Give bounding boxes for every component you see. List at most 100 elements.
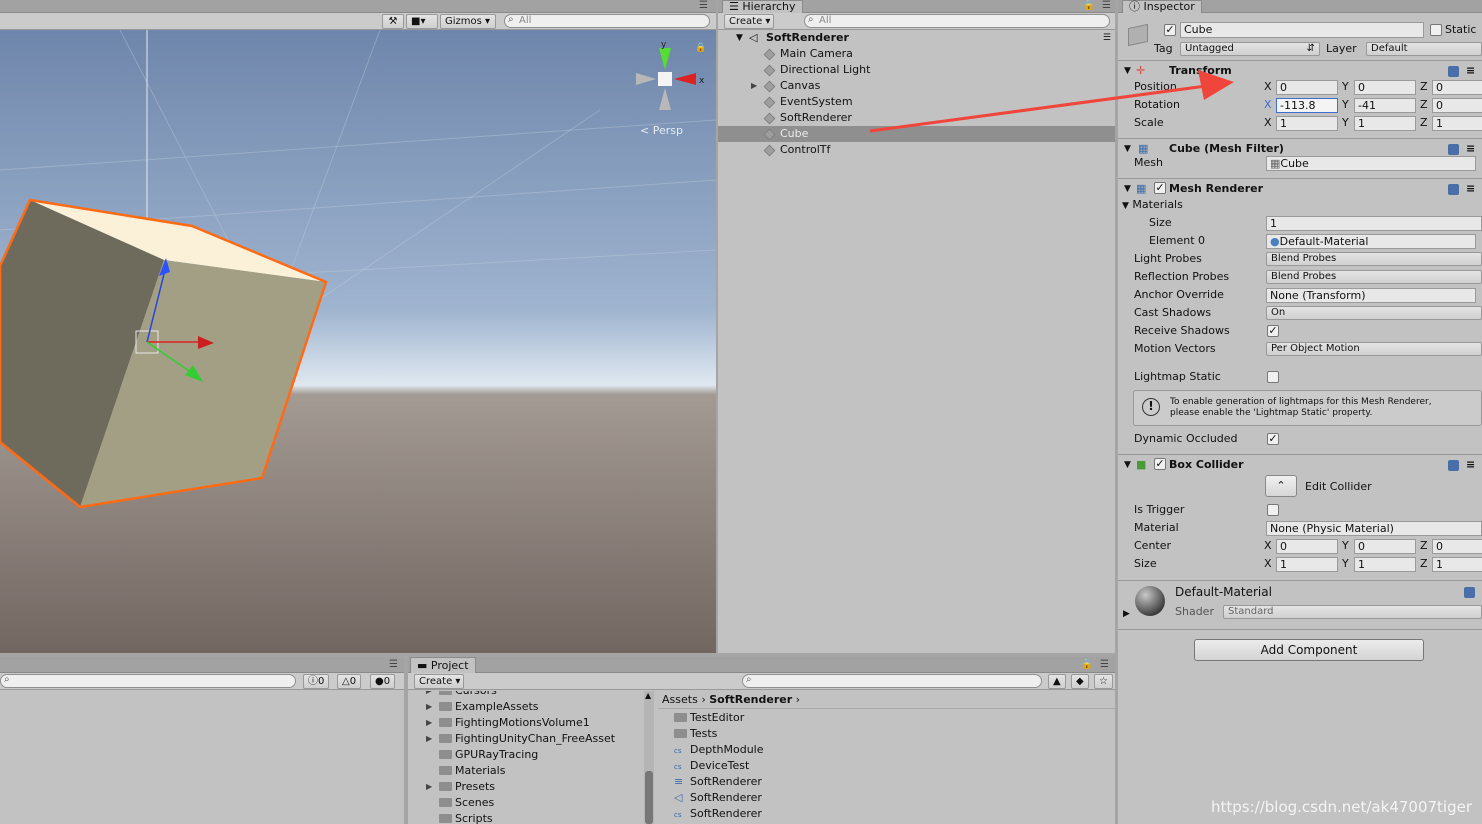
position-z-field[interactable]: 0 [1432,80,1482,95]
scene-menu-icon[interactable]: ☰ [699,0,708,11]
folder-tree-scrollbar[interactable]: ▲ [644,691,654,824]
position-x-field[interactable]: 0 [1276,80,1338,95]
foldout-arrow-icon[interactable]: ▼ [1124,139,1131,159]
help-icon[interactable] [1448,144,1459,155]
expand-arrow-icon[interactable]: ▶ [426,731,432,747]
hierarchy-lock-icon[interactable]: 🔒 [1083,0,1095,11]
folder-tree-item[interactable]: Scripts [408,811,493,824]
hierarchy-item[interactable]: Main Camera [718,46,1115,62]
rotation-z-field[interactable]: 0 [1432,98,1482,113]
center-z-field[interactable]: 0 [1432,539,1482,554]
size-z-field[interactable]: 1 [1432,557,1482,572]
foldout-arrow-icon[interactable]: ▶ [1123,609,1130,619]
folder-tree-item[interactable]: ▶ FightingMotionsVolume1 [408,715,590,731]
folder-tree-item[interactable]: Materials [408,763,505,779]
scroll-up-icon[interactable]: ▲ [645,691,651,700]
lightmap-static-checkbox[interactable] [1267,371,1279,383]
is-trigger-checkbox[interactable] [1267,504,1279,516]
expand-arrow-icon[interactable]: ▶ [426,691,432,699]
reflection-probes-dropdown[interactable]: Blend Probes [1266,270,1482,284]
favorites-star-icon[interactable]: ☆ [1094,674,1113,689]
file-list-item[interactable]: Tests [674,726,717,742]
folder-tree-item[interactable]: Scenes [408,795,494,811]
size-y-field[interactable]: 1 [1354,557,1416,572]
center-y-field[interactable]: 0 [1354,539,1416,554]
folder-tree-item[interactable]: ▶ FightingUnityChan_FreeAsset [408,731,615,747]
tab-hierarchy[interactable]: ☰ Hierarchy [722,0,803,13]
breadcrumb-root[interactable]: Assets [662,693,698,706]
shader-dropdown[interactable]: Standard [1223,605,1482,619]
project-create-button[interactable]: Create ▾ [414,674,464,689]
layer-dropdown[interactable]: Default [1366,42,1482,56]
object-name-field[interactable]: Cube [1180,22,1424,38]
expand-arrow-icon[interactable]: ▶ [751,78,757,94]
folder-tree-item[interactable]: ▶ Cursors [408,691,497,699]
hierarchy-menu-icon[interactable]: ☰ [1102,0,1111,11]
scrollbar-thumb[interactable] [645,771,653,824]
file-list-item[interactable]: ≡ SoftRenderer [674,774,762,790]
project-search-input[interactable] [742,674,1042,688]
settings-icon[interactable]: ≡ [1466,179,1475,199]
edit-collider-button[interactable]: ⌃ [1265,475,1297,497]
light-probes-dropdown[interactable]: Blend Probes [1266,252,1482,266]
cast-shadows-dropdown[interactable]: On [1266,306,1482,320]
settings-icon[interactable]: ≡ [1466,61,1475,81]
hierarchy-create-button[interactable]: Create ▾ [724,14,774,29]
scale-z-field[interactable]: 1 [1432,116,1482,131]
center-x-field[interactable]: 0 [1276,539,1338,554]
hierarchy-item[interactable]: ▶ Canvas [718,78,1115,94]
project-lock-icon[interactable]: 🔒 [1081,659,1093,670]
expand-arrow-icon[interactable]: ▶ [426,779,432,795]
hierarchy-item[interactable]: SoftRenderer [718,110,1115,126]
tools-icon[interactable]: ⚒ [382,14,404,29]
transform-header[interactable]: ▼ ✛ Transform ≡ [1118,60,1482,80]
box-collider-enabled-checkbox[interactable]: ✓ [1154,458,1166,470]
console-info-count[interactable]: ⓘ0 [303,674,330,689]
file-list-item[interactable]: cs DeviceTest [674,758,749,774]
hierarchy-item[interactable]: Directional Light [718,62,1115,78]
tab-inspector[interactable]: ⓘ Inspector [1122,0,1202,13]
scene-viewport[interactable]: y x 🔒 < Persp [0,30,716,653]
box-collider-header[interactable]: ▼ ■ ✓ Box Collider ≡ [1118,454,1482,474]
settings-icon[interactable]: ≡ [1466,455,1475,475]
expand-arrow-icon[interactable]: ▶ [426,699,432,715]
scene-view-panel[interactable]: ☰ ⚒ ■▾ Gizmos ▾ All [0,0,716,653]
hierarchy-item[interactable]: ControlTf [718,142,1115,158]
hierarchy-search-input[interactable]: All [804,14,1110,28]
folder-tree-item[interactable]: ▶ ExampleAssets [408,699,539,715]
element0-field[interactable]: ●Default-Material [1266,234,1476,249]
help-icon[interactable] [1464,587,1475,598]
add-component-button[interactable]: Add Component [1194,639,1424,661]
scene-search-input[interactable]: All [504,14,710,28]
folder-tree-item[interactable]: ▶ Presets [408,779,495,795]
motion-vectors-dropdown[interactable]: Per Object Motion [1266,342,1482,356]
file-list-item[interactable]: ◁ SoftRenderer [674,790,762,806]
expand-arrow-icon[interactable]: ▼ [736,30,743,46]
console-search-input[interactable] [0,674,296,688]
dynamic-occluded-checkbox[interactable]: ✓ [1267,433,1279,445]
project-menu-icon[interactable]: ☰ [1100,659,1109,670]
file-list-item[interactable]: cs SoftRenderer [674,806,762,822]
collider-material-field[interactable]: None (Physic Material) [1266,521,1482,536]
foldout-arrow-icon[interactable]: ▼ [1124,179,1131,199]
filter-label-icon[interactable]: ◆ [1071,674,1089,689]
tag-dropdown[interactable]: Untagged ⇵ [1180,42,1320,56]
receive-shadows-checkbox[interactable]: ✓ [1267,325,1279,337]
folder-tree-item[interactable]: GPURayTracing [408,747,538,763]
persp-label[interactable]: < Persp [640,124,683,137]
camera-icon[interactable]: ■▾ [406,14,438,29]
size-x-field[interactable]: 1 [1276,557,1338,572]
mesh-field[interactable]: ▦Cube [1266,156,1476,171]
file-list-item[interactable]: cs DepthModule [674,742,764,758]
console-error-count[interactable]: ●0 [370,674,396,689]
help-icon[interactable] [1448,460,1459,471]
filter-type-icon[interactable]: ▲ [1048,674,1066,689]
scale-x-field[interactable]: 1 [1276,116,1338,131]
material-preview[interactable]: Default-Material Shader Standard ▶ [1118,580,1482,622]
expand-arrow-icon[interactable]: ▶ [426,715,432,731]
rotation-x-field[interactable]: -113.8 [1276,98,1338,113]
foldout-arrow-icon[interactable]: ▼ [1124,455,1131,475]
scale-y-field[interactable]: 1 [1354,116,1416,131]
console-menu-icon[interactable]: ☰ [389,659,398,670]
foldout-arrow-icon[interactable]: ▼ [1124,61,1131,81]
